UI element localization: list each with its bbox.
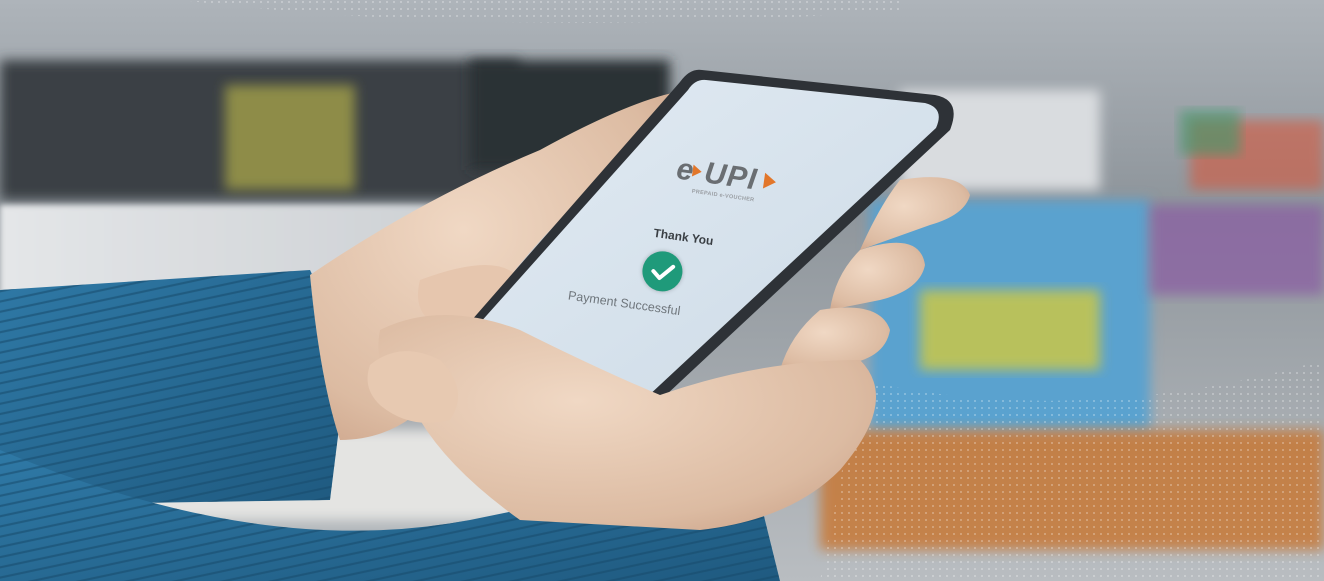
thank-you-text: Thank You bbox=[652, 225, 715, 249]
logo-arrow-icon bbox=[691, 164, 703, 178]
checkmark-icon bbox=[651, 264, 676, 281]
success-badge bbox=[639, 248, 686, 294]
logo-chevron-icon bbox=[762, 172, 778, 191]
phone-screen-content: e UPI PREPAID e-VOUCHER Thank You Paymen… bbox=[561, 140, 848, 384]
photo-scene: e UPI PREPAID e-VOUCHER Thank You Paymen… bbox=[0, 0, 1324, 581]
payment-status-text: Payment Successful bbox=[567, 288, 682, 319]
left-sleeve bbox=[0, 270, 341, 505]
